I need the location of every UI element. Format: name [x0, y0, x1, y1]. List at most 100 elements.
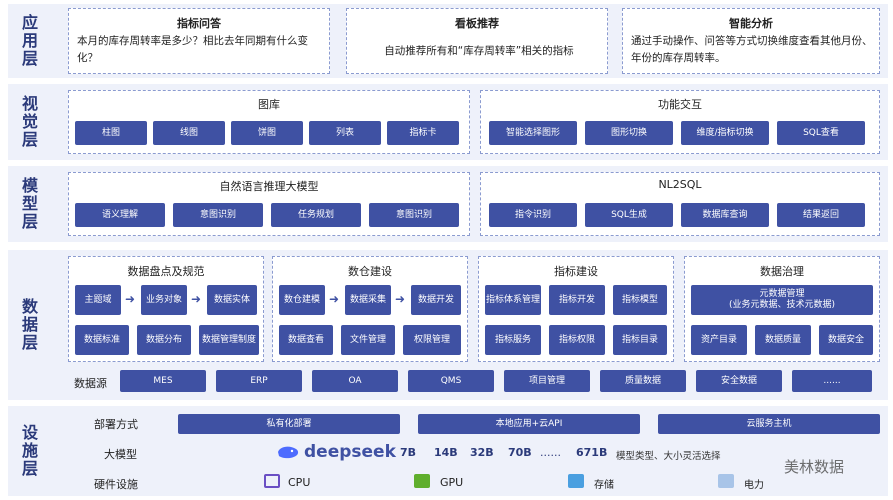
gallery-title: 图库	[258, 98, 280, 111]
hw-item: GPU	[440, 476, 464, 489]
interaction-item: 智能选择图形	[489, 121, 577, 145]
app-card-body: 自动推荐所有和“库存周转率”相关的指标	[384, 45, 574, 57]
app-card-title: 看板推荐	[455, 17, 499, 30]
nlp-item: 意图识别	[369, 203, 459, 227]
inventory-item: 数据分布	[137, 325, 191, 355]
gallery-item: 列表	[309, 121, 381, 145]
gallery-panel: 图库 柱图 线图 饼图 列表 指标卡	[68, 90, 470, 154]
source-item: MES	[120, 370, 206, 392]
metrics-panel: 指标建设 指标体系管理 指标开发 指标模型 指标服务 指标权限 指标目录	[478, 256, 674, 362]
metrics-item: 指标体系管理	[485, 285, 541, 315]
metrics-item: 指标权限	[549, 325, 605, 355]
governance-item: 数据安全	[819, 325, 873, 355]
hw-item: 存储	[594, 480, 614, 491]
warehouse-item: 权限管理	[403, 325, 461, 355]
inventory-title: 数据盘点及规范	[127, 265, 205, 278]
interaction-item: SQL查看	[777, 121, 865, 145]
interaction-item: 图形切换	[585, 121, 673, 145]
governance-title: 数据治理	[760, 265, 804, 278]
app-card-dashboard: 看板推荐 自动推荐所有和“库存周转率”相关的指标	[346, 8, 608, 74]
nl2sql-item: 结果返回	[777, 203, 865, 227]
app-card-body: 本月的库存周转率是多少？相比去年同期有什么变化？	[77, 35, 308, 64]
llm-brand: deepseek	[304, 442, 396, 462]
interaction-item: 维度/指标切换	[681, 121, 769, 145]
nlp-panel: 自然语言推理大模型 语义理解 意图识别 任务规划 意图识别	[68, 172, 470, 236]
governance-item: 资产目录	[691, 325, 747, 355]
arrow-right-icon: ➜	[395, 292, 406, 306]
warehouse-title: 数仓建设	[348, 265, 392, 278]
gpu-icon	[414, 474, 430, 488]
nlp-item: 意图识别	[173, 203, 263, 227]
data-layer-title: 数据层	[19, 298, 38, 352]
governance-item: 数据质量	[755, 325, 811, 355]
app-card-qa: 指标问答 本月的库存周转率是多少？相比去年同期有什么变化？	[68, 8, 330, 74]
gallery-item: 柱图	[75, 121, 147, 145]
llm-label: 大模型	[104, 448, 137, 461]
nl2sql-title: NL2SQL	[658, 178, 702, 191]
app-card-title: 指标问答	[177, 17, 221, 30]
infra-layer-title: 设施层	[19, 424, 38, 478]
metrics-item: 指标开发	[549, 285, 605, 315]
view-layer: 视觉层 图库 柱图 线图 饼图 列表 指标卡 功能交互 智能选择图形 图形切换 …	[8, 84, 888, 160]
llm-note: 模型类型、大小灵活选择	[616, 451, 721, 462]
gallery-item: 饼图	[231, 121, 303, 145]
llm-size: 70B	[508, 446, 532, 459]
llm-size: 7B	[400, 446, 417, 459]
model-layer: 模型层 自然语言推理大模型 语义理解 意图识别 任务规划 意图识别 NL2SQL…	[8, 166, 888, 242]
app-card-body: 通过手动操作、问答等方式切换维度查看其他月份、年份的库存周转率。	[631, 35, 873, 64]
metrics-item: 指标目录	[613, 325, 667, 355]
nl2sql-item: 数据库查询	[681, 203, 769, 227]
flow-box: 数据采集	[345, 285, 391, 315]
deepseek-whale-icon	[276, 444, 300, 460]
data-layer: 数据层 数据盘点及规范 主题域 ➜ 业务对象 ➜ 数据实体 数据标准 数据分布 …	[8, 250, 888, 400]
gallery-item: 指标卡	[387, 121, 459, 145]
nl2sql-item: 指令识别	[489, 203, 577, 227]
hw-item: 电力	[744, 480, 764, 491]
storage-icon	[568, 474, 584, 488]
flow-box: 数据实体	[207, 285, 257, 315]
metadata-box: 元数据管理 (业务元数据、技术元数据)	[691, 285, 873, 315]
metrics-item: 指标模型	[613, 285, 667, 315]
hw-item: CPU	[288, 476, 311, 489]
flow-box: 数据开发	[411, 285, 461, 315]
app-layer-title: 应用层	[19, 14, 38, 68]
inventory-panel: 数据盘点及规范 主题域 ➜ 业务对象 ➜ 数据实体 数据标准 数据分布 数据管理…	[68, 256, 264, 362]
arrow-right-icon: ➜	[329, 292, 340, 306]
metrics-item: 指标服务	[485, 325, 541, 355]
nlp-item: 任务规划	[271, 203, 361, 227]
source-item: OA	[312, 370, 398, 392]
source-item: ......	[792, 370, 872, 392]
model-layer-title: 模型层	[19, 177, 38, 231]
llm-size: 671B	[576, 446, 608, 459]
flow-box: 业务对象	[141, 285, 187, 315]
inventory-item: 数据管理制度	[199, 325, 259, 355]
nlp-title: 自然语言推理大模型	[219, 180, 319, 193]
watermark: 美林数据	[784, 458, 845, 476]
warehouse-item: 数据查看	[279, 325, 333, 355]
infra-layer: 设施层 部署方式 私有化部署 本地应用+云API 云服务主机 大模型 deeps…	[8, 406, 888, 496]
hw-label: 硬件设施	[94, 478, 138, 491]
app-layer: 应用层 指标问答 本月的库存周转率是多少？相比去年同期有什么变化？ 看板推荐 自…	[8, 4, 888, 78]
warehouse-item: 文件管理	[341, 325, 395, 355]
nl2sql-item: SQL生成	[585, 203, 673, 227]
interaction-title: 功能交互	[658, 98, 702, 111]
gallery-item: 线图	[153, 121, 225, 145]
governance-panel: 数据治理 元数据管理 (业务元数据、技术元数据) 资产目录 数据质量 数据安全	[684, 256, 880, 362]
flow-box: 主题域	[75, 285, 121, 315]
inventory-item: 数据标准	[75, 325, 129, 355]
deploy-label: 部署方式	[94, 418, 138, 431]
app-card-title: 智能分析	[729, 17, 773, 30]
llm-size: 14B	[434, 446, 458, 459]
interaction-panel: 功能交互 智能选择图形 图形切换 维度/指标切换 SQL查看	[480, 90, 880, 154]
nl2sql-panel: NL2SQL 指令识别 SQL生成 数据库查询 结果返回	[480, 172, 880, 236]
power-icon	[718, 474, 734, 488]
source-item: 质量数据	[600, 370, 686, 392]
sources-label: 数据源	[74, 377, 107, 390]
cpu-icon	[264, 474, 280, 488]
warehouse-panel: 数仓建设 数仓建模 ➜ 数据采集 ➜ 数据开发 数据查看 文件管理 权限管理	[272, 256, 468, 362]
deploy-item: 云服务主机	[658, 414, 880, 434]
llm-size: 32B	[470, 446, 494, 459]
arrow-right-icon: ➜	[191, 292, 202, 306]
view-layer-title: 视觉层	[19, 95, 38, 149]
app-card-analysis: 智能分析 通过手动操作、问答等方式切换维度查看其他月份、年份的库存周转率。	[622, 8, 880, 74]
